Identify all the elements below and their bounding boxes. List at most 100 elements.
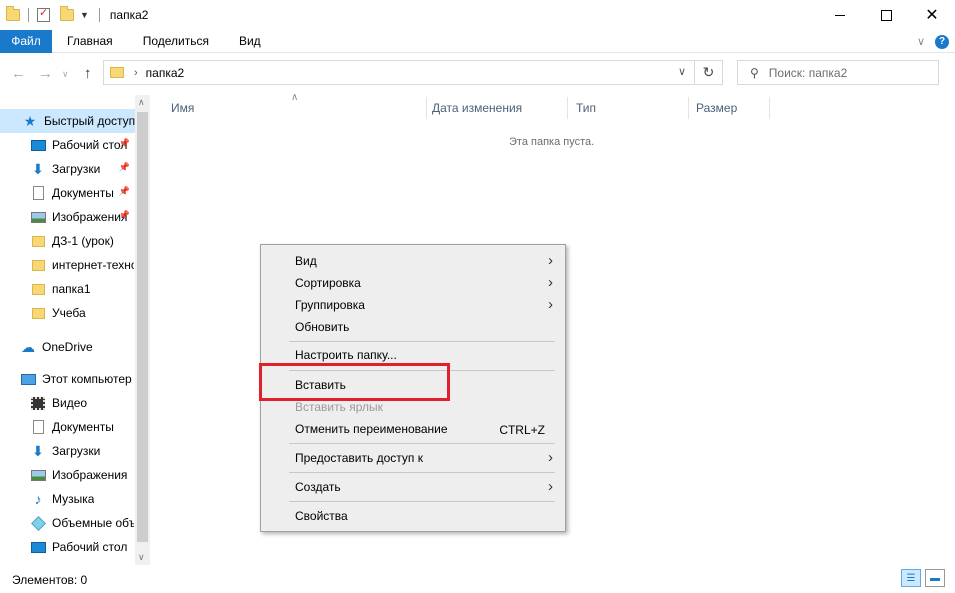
address-path[interactable]: папка2 [146, 66, 185, 80]
tab-share[interactable]: Поделиться [128, 30, 224, 53]
chevron-right-icon: › [548, 252, 553, 269]
sort-ascending-icon: ∧ [291, 92, 299, 103]
toolbar-divider [28, 8, 29, 22]
column-headers: ∧ Имя Дата изменения Тип Размер [155, 92, 775, 121]
properties-icon[interactable] [37, 6, 50, 22]
nav-item-pictures[interactable]: Изображения [0, 463, 134, 487]
chevron-down-icon[interactable]: ∨ [678, 65, 686, 78]
tab-home[interactable]: Главная [52, 30, 128, 53]
menu-divider [289, 443, 555, 444]
window-title: папка2 [109, 8, 149, 22]
column-divider[interactable] [567, 97, 568, 119]
chevron-down-icon[interactable]: ∨ [138, 552, 145, 563]
menu-divider [289, 341, 555, 342]
chevron-right-icon: › [548, 296, 553, 313]
chevron-right-icon: › [548, 274, 553, 291]
details-view-icon[interactable]: ☰ [901, 569, 921, 587]
pin-icon: 📌 [118, 162, 130, 172]
menu-item-share[interactable]: Предоставить доступ к › [261, 447, 565, 469]
nav-item-documents[interactable]: Документы 📌 [0, 181, 134, 205]
folder-icon[interactable] [6, 6, 20, 21]
chevron-down-icon[interactable]: ▼ [80, 10, 89, 20]
nav-item-desktop[interactable]: Рабочий стол 📌 [0, 133, 134, 157]
menu-item-new[interactable]: Создать › [261, 476, 565, 498]
nav-this-pc[interactable]: Этот компьютер [0, 367, 134, 391]
nav-item-folder[interactable]: папка1 [0, 277, 134, 301]
menu-item-undo-rename[interactable]: Отменить переименование CTRL+Z [261, 418, 565, 440]
nav-item-music[interactable]: ♪ Музыка [0, 487, 134, 511]
chevron-right-icon[interactable]: › [134, 67, 138, 79]
menu-divider [289, 472, 555, 473]
nav-item-folder[interactable]: Учеба [0, 301, 134, 325]
search-input[interactable]: ⚲ Поиск: папка2 [737, 60, 939, 85]
refresh-button[interactable]: ↻ [695, 60, 723, 85]
window-controls: ✕ [817, 0, 955, 30]
nav-item-downloads[interactable]: ⬇ Загрузки 📌 [0, 157, 134, 181]
pin-icon: 📌 [118, 210, 130, 220]
nav-item-desktop[interactable]: Рабочий стол [0, 535, 134, 559]
expand-ribbon-icon[interactable]: ∨ [917, 35, 925, 48]
folder-icon [31, 235, 45, 247]
nav-item-folder[interactable]: интернет-технологии [0, 253, 134, 277]
folder-icon [31, 307, 45, 319]
nav-quick-access[interactable]: ★ Быстрый доступ [0, 109, 136, 133]
minimize-button[interactable] [817, 0, 863, 30]
chevron-right-icon: › [548, 478, 553, 495]
pin-icon: 📌 [118, 186, 130, 196]
tab-view[interactable]: Вид [224, 30, 276, 53]
address-row: ← → ∨ ↑ › папка2 ∨ ↻ ⚲ Поиск: папка2 [0, 54, 955, 92]
menu-item-refresh[interactable]: Обновить [261, 316, 565, 338]
menu-divider [289, 501, 555, 502]
column-size[interactable]: Размер [696, 101, 737, 115]
folder-icon [31, 259, 45, 271]
search-icon: ⚲ [750, 65, 759, 80]
download-icon: ⬇ [32, 442, 44, 459]
desktop-icon [30, 541, 46, 553]
column-date-modified[interactable]: Дата изменения [432, 101, 522, 115]
nav-onedrive[interactable]: ☁ OneDrive [0, 335, 134, 359]
pictures-icon [30, 469, 46, 481]
address-bar[interactable]: › папка2 ∨ [103, 60, 695, 85]
nav-item-videos[interactable]: Видео [0, 391, 134, 415]
quick-access-toolbar: ▼ папка2 [0, 0, 148, 30]
close-button[interactable]: ✕ [909, 0, 955, 30]
column-divider[interactable] [688, 97, 689, 119]
nav-item-3d-objects[interactable]: Объемные объекты [0, 511, 134, 535]
maximize-button[interactable] [863, 0, 909, 30]
nav-item-pictures[interactable]: Изображения 📌 [0, 205, 134, 229]
menu-item-group[interactable]: Группировка › [261, 294, 565, 316]
chevron-up-icon[interactable]: ∧ [138, 97, 145, 108]
cloud-icon: ☁ [21, 338, 35, 355]
paste-highlight-annotation [259, 363, 450, 401]
recent-locations-icon[interactable]: ∨ [62, 69, 69, 80]
back-arrow-icon[interactable]: ← [11, 65, 26, 82]
up-arrow-icon[interactable]: ↑ [84, 65, 92, 82]
menu-item-sort[interactable]: Сортировка › [261, 272, 565, 294]
column-type[interactable]: Тип [576, 101, 596, 115]
tab-file[interactable]: Файл [0, 29, 52, 53]
pictures-icon [30, 211, 46, 223]
item-count: Элементов: 0 [12, 572, 88, 587]
column-divider[interactable] [769, 97, 770, 119]
nav-item-documents[interactable]: Документы [0, 415, 134, 439]
new-folder-icon[interactable] [60, 6, 74, 21]
navigation-pane: ★ Быстрый доступ Рабочий стол 📌 ⬇ Загруз… [0, 95, 150, 565]
scrollbar-thumb[interactable] [137, 112, 148, 542]
nav-scrollbar[interactable]: ∧ ∨ [135, 95, 150, 565]
column-name[interactable]: Имя [171, 101, 194, 115]
nav-item-folder[interactable]: ДЗ-1 (урок) [0, 229, 134, 253]
music-icon: ♪ [34, 491, 42, 507]
chevron-right-icon: › [548, 449, 553, 466]
search-placeholder: Поиск: папка2 [768, 65, 848, 80]
menu-item-view[interactable]: Вид › [261, 250, 565, 272]
nav-item-downloads[interactable]: ⬇ Загрузки [0, 439, 134, 463]
column-divider[interactable] [426, 97, 427, 119]
large-icons-view-icon[interactable]: ▬ [925, 569, 945, 587]
desktop-icon [30, 139, 46, 151]
menu-item-properties[interactable]: Свойства [261, 505, 565, 527]
documents-icon [32, 420, 44, 434]
title-bar: ▼ папка2 ✕ [0, 0, 955, 30]
pin-icon: 📌 [118, 138, 130, 148]
forward-arrow-icon[interactable]: → [38, 65, 53, 82]
help-icon[interactable]: ? [935, 34, 949, 49]
